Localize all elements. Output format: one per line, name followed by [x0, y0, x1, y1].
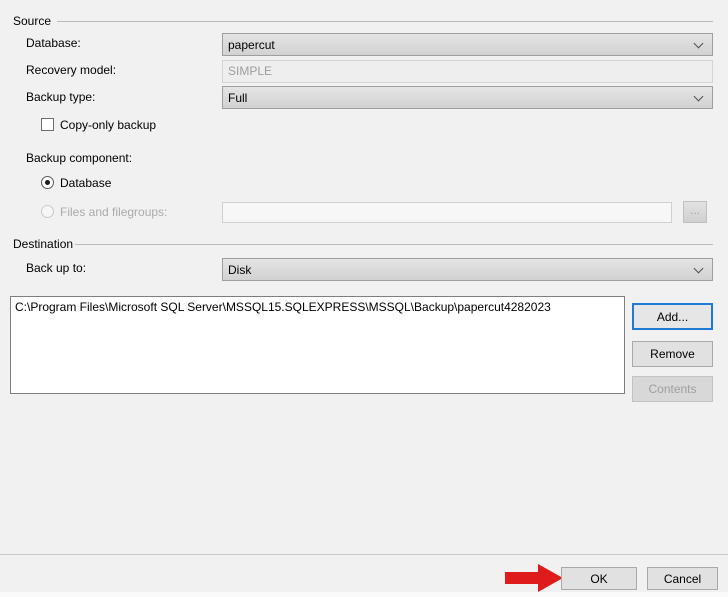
footer-separator: [0, 554, 728, 555]
backup-database-dialog: Source Database: papercut Recovery model…: [0, 0, 728, 597]
remove-button[interactable]: Remove: [632, 341, 713, 367]
radio-files-and-filegroups-label: Files and filegroups:: [60, 205, 168, 219]
recovery-model-label: Recovery model:: [26, 63, 117, 77]
ok-button[interactable]: OK: [561, 567, 637, 590]
browse-button: ...: [683, 201, 707, 223]
database-label: Database:: [26, 36, 81, 50]
back-up-to-label: Back up to:: [26, 261, 87, 275]
copy-only-backup-checkbox[interactable]: [41, 118, 54, 131]
radio-database-label: Database: [60, 176, 112, 190]
back-up-to-dropdown[interactable]: Disk: [222, 258, 713, 281]
window-bottom-edge: [0, 592, 728, 597]
source-group-line: [57, 21, 713, 22]
red-arrow-annotation: [505, 564, 563, 592]
database-dropdown[interactable]: papercut: [222, 33, 713, 56]
destination-group-label: Destination: [13, 237, 74, 251]
backup-type-dropdown-value: Full: [228, 90, 248, 105]
radio-files-and-filegroups: [41, 205, 54, 218]
radio-database[interactable]: [41, 176, 54, 189]
database-dropdown-value: papercut: [228, 37, 275, 52]
contents-button: Contents: [632, 376, 713, 402]
list-item[interactable]: C:\Program Files\Microsoft SQL Server\MS…: [11, 297, 624, 317]
chevron-down-icon: [694, 265, 703, 274]
backup-type-dropdown[interactable]: Full: [222, 86, 713, 109]
chevron-down-icon: [694, 93, 703, 102]
copy-only-backup-label: Copy-only backup: [60, 118, 157, 132]
recovery-model-field: SIMPLE: [222, 60, 713, 83]
destination-group-line: [75, 244, 713, 245]
chevron-down-icon: [694, 40, 703, 49]
backup-component-label: Backup component:: [26, 151, 133, 165]
add-button[interactable]: Add...: [632, 303, 713, 330]
backup-destination-list[interactable]: C:\Program Files\Microsoft SQL Server\MS…: [10, 296, 625, 394]
back-up-to-dropdown-value: Disk: [228, 262, 252, 277]
backup-type-label: Backup type:: [26, 90, 96, 104]
cancel-button[interactable]: Cancel: [647, 567, 718, 590]
source-group-label: Source: [13, 14, 52, 28]
files-and-filegroups-field: [222, 202, 672, 223]
